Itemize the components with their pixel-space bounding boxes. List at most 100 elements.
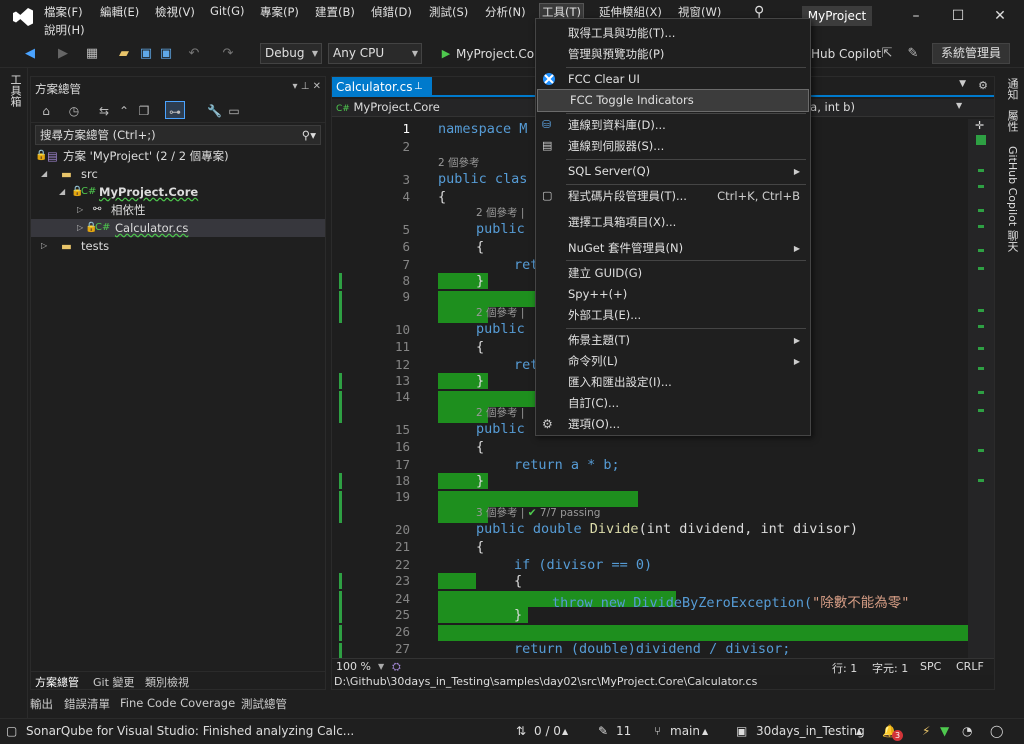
nav-project-select[interactable]: C# MyProject.Core	[336, 100, 440, 114]
solution-search-input[interactable]: 搜尋方案總管 (Ctrl+;) ⚲▾	[35, 125, 321, 145]
menu-item-command-line[interactable]: 命令列(L) ▶	[536, 351, 810, 372]
home-icon[interactable]: ⌂	[39, 101, 53, 121]
menu-project[interactable]: 專案(P)	[258, 4, 301, 20]
pencil-icon[interactable]: ✎	[598, 724, 608, 738]
filter-icon[interactable]: ⊶	[165, 101, 185, 119]
chevron-down-icon[interactable]: ▼	[956, 101, 962, 110]
menu-item-customize[interactable]: 自訂(C)...	[536, 393, 810, 414]
tab-dropdown-icon[interactable]: ▼	[959, 79, 966, 89]
tab-class-view[interactable]: 類別檢視	[145, 674, 189, 690]
tree-solution[interactable]: 🔒 ▤ 方案 'MyProject' (2 / 2 個專案)	[31, 147, 325, 165]
tab-solution-explorer[interactable]: 方案總管	[35, 674, 79, 690]
copilot-label[interactable]: Hub Copilot	[811, 44, 881, 64]
menu-item-choose-toolbox[interactable]: 選擇工具箱項目(X)...	[536, 212, 810, 233]
chevron-up-icon[interactable]: ▲	[702, 727, 708, 736]
menu-item-manage-preview[interactable]: 管理與預覽功能(P)	[536, 44, 810, 65]
minimize-icon[interactable]: –	[906, 6, 926, 26]
codelens-refs[interactable]: 3 個參考 | ✔ 7/7 passing	[476, 505, 600, 520]
codelens-refs[interactable]: 2 個參考 |	[476, 205, 524, 220]
tab-git-changes[interactable]: Git 變更	[93, 674, 134, 690]
tab-fine-code-coverage[interactable]: Fine Code Coverage	[120, 696, 235, 710]
show-all-files-icon[interactable]: ❐	[137, 101, 151, 121]
back-icon[interactable]: ◀	[22, 44, 38, 64]
status-circle-icon[interactable]: ◯	[990, 724, 1003, 738]
tree-file-calculator[interactable]: ▷ 🔒 C# Calculator.cs	[31, 219, 325, 237]
menu-debug[interactable]: 偵錯(D)	[369, 4, 414, 20]
feedback-icon[interactable]: ✎	[906, 44, 920, 64]
tab-error-list[interactable]: 錯誤清單	[64, 696, 110, 712]
menu-build[interactable]: 建置(B)	[313, 4, 357, 20]
menu-item-import-export[interactable]: 匯入和匯出設定(I)...	[536, 372, 810, 393]
history-icon[interactable]: ◷	[67, 101, 81, 121]
maximize-icon[interactable]: ☐	[948, 6, 968, 26]
menu-test[interactable]: 測試(S)	[427, 4, 470, 20]
properties-wrench-icon[interactable]: 🔧	[207, 101, 222, 121]
live-share-icon[interactable]: ◔	[962, 724, 972, 738]
tree-project-core[interactable]: ◢ 🔒 C# MyProject.Core	[31, 183, 325, 201]
menu-view[interactable]: 檢視(V)	[153, 4, 197, 20]
undo-icon[interactable]: ↶	[186, 44, 202, 64]
chevron-up-icon[interactable]: ▲	[562, 727, 568, 736]
line-ending[interactable]: CRLF	[956, 660, 984, 673]
codelens-refs[interactable]: 2 個參考	[438, 155, 480, 170]
menu-item-nuget[interactable]: NuGet 套件管理員(N) ▶	[536, 238, 810, 259]
properties-tab[interactable]: 屬性	[1004, 110, 1020, 132]
sync-count[interactable]: 0 / 0	[534, 724, 561, 738]
copilot-icon[interactable]: ⛭	[392, 660, 401, 674]
coverage-status-icon[interactable]: ▼	[940, 724, 949, 738]
new-project-icon[interactable]: ▦	[84, 44, 100, 64]
menu-item-external-tools[interactable]: 外部工具(E)...	[536, 305, 810, 326]
codelens-refs[interactable]: 2 個參考 |	[476, 405, 524, 420]
settings-gear-icon[interactable]: ⚙	[978, 79, 988, 92]
collapse-all-icon[interactable]: ⌃	[117, 101, 131, 121]
menu-edit[interactable]: 編輯(E)	[98, 4, 141, 20]
notifications-tab[interactable]: 通知	[1004, 78, 1020, 100]
menu-file[interactable]: 檔案(F)	[42, 4, 85, 20]
branch-icon[interactable]: ⑂	[654, 724, 661, 738]
close-icon[interactable]: ✕	[990, 6, 1010, 26]
preview-icon[interactable]: ▭	[227, 101, 241, 121]
tab-output[interactable]: 輸出	[30, 696, 53, 712]
redo-icon[interactable]: ↷	[220, 44, 236, 64]
menu-item-theme[interactable]: 佈景主題(T) ▶	[536, 330, 810, 351]
run-target-label[interactable]: MyProject.Core	[456, 44, 546, 64]
sync-icon[interactable]: ⇅	[516, 724, 526, 738]
menu-item-spy[interactable]: Spy++(+)	[536, 284, 810, 305]
zoom-level[interactable]: 100 %	[336, 660, 371, 673]
share-icon[interactable]: ⇱	[880, 44, 894, 64]
repository-name[interactable]: 30days_in_Testing	[756, 724, 865, 738]
branch-name[interactable]: main	[670, 724, 700, 738]
panel-window-controls[interactable]: ▾ ⊥ ✕	[293, 81, 321, 92]
menu-item-connect-database[interactable]: ⛁ 連線到資料庫(D)...	[536, 115, 810, 136]
vertical-scrollbar[interactable]: ✛	[968, 119, 994, 661]
menu-item-fcc-toggle-indicators[interactable]: FCC Toggle Indicators	[537, 89, 809, 112]
configuration-select[interactable]: Debug ▼	[260, 43, 322, 64]
tab-calculator-cs[interactable]: Calculator.cs ⊥	[332, 77, 432, 97]
menu-item-fcc-clear-ui[interactable]: FCC Clear UI	[536, 69, 810, 90]
tree-folder-tests[interactable]: ▷ ▬ tests	[31, 237, 325, 255]
forward-icon[interactable]: ▶	[56, 44, 70, 64]
tree-dependencies[interactable]: ▷ ⚯ 相依性	[31, 201, 325, 219]
platform-select[interactable]: Any CPU ▼	[328, 43, 422, 64]
tab-test-explorer[interactable]: 測試總管	[241, 696, 287, 712]
start-debug-icon[interactable]: ▶	[440, 44, 452, 64]
menu-git[interactable]: Git(G)	[208, 4, 247, 18]
open-folder-icon[interactable]: ▰	[116, 44, 132, 64]
pin-icon[interactable]: ⊥	[414, 77, 423, 97]
sonar-icon[interactable]: ⚡	[922, 724, 930, 738]
codelens-refs[interactable]: 2 個參考 |	[476, 305, 524, 320]
chevron-down-icon[interactable]: ▼	[378, 662, 384, 671]
repository-icon[interactable]: ▣	[736, 724, 747, 738]
menu-item-options[interactable]: ⚙ 選項(O)...	[536, 414, 810, 435]
menu-item-sql-server[interactable]: SQL Server(Q) ▶	[536, 161, 810, 182]
sync-icon[interactable]: ⇆	[97, 101, 111, 121]
menu-help[interactable]: 說明(H)	[42, 22, 87, 38]
copilot-chat-tab[interactable]: GitHub Copilot 聊天	[1004, 146, 1020, 252]
split-icon[interactable]: ✛	[975, 119, 984, 132]
save-icon[interactable]: ▣	[138, 44, 154, 64]
chevron-up-icon[interactable]: ▲	[856, 727, 862, 736]
whitespace-mode[interactable]: SPC	[920, 660, 941, 673]
menu-item-create-guid[interactable]: 建立 GUID(G)	[536, 263, 810, 284]
save-all-icon[interactable]: ▣	[158, 44, 174, 64]
pending-changes-count[interactable]: 11	[616, 724, 631, 738]
